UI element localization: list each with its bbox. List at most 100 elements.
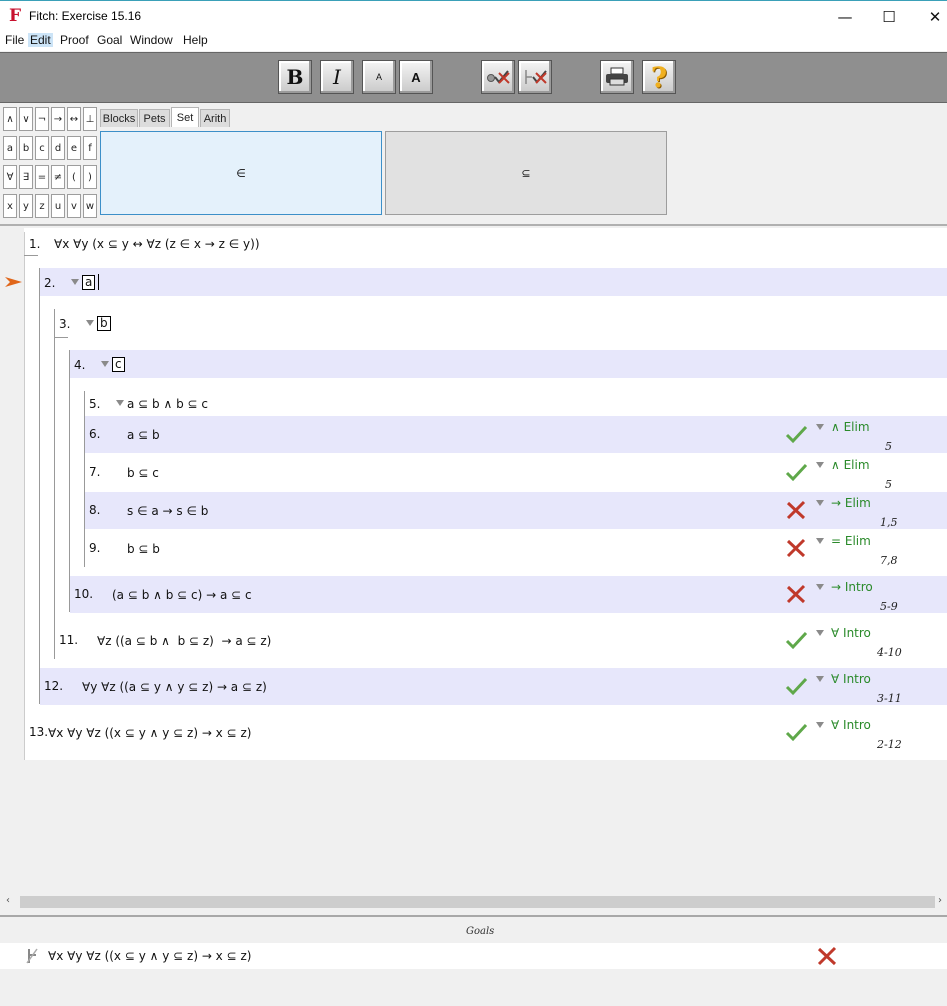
rule-menu-triangle-icon[interactable] <box>816 630 824 636</box>
tab-set[interactable]: Set <box>171 107 199 127</box>
font-larger-button[interactable]: A <box>399 60 433 94</box>
tab-pets[interactable]: Pets <box>139 109 170 127</box>
menu-proof[interactable]: Proof <box>58 33 91 47</box>
palette-key-or[interactable]: ∨ <box>19 107 33 131</box>
rule-name[interactable]: ∀ Intro <box>831 626 871 640</box>
tab-blocks[interactable]: Blocks <box>100 109 138 127</box>
palette-key-d[interactable]: d <box>51 136 65 160</box>
proof-step-5[interactable]: 5. a ⊆ b ∧ b ⊆ c <box>85 391 947 417</box>
palette-key-c[interactable]: c <box>35 136 49 160</box>
proof-step-9[interactable]: 9. b ⊆ b = Elim 7,8 <box>85 530 947 567</box>
menu-window[interactable]: Window <box>128 33 175 47</box>
palette-key-a[interactable]: a <box>3 136 17 160</box>
proof-step-6[interactable]: 6. a ⊆ b ∧ Elim 5 <box>85 416 947 453</box>
rule-menu-triangle-icon[interactable] <box>86 320 94 326</box>
rule-menu-triangle-icon[interactable] <box>816 584 824 590</box>
step-sentence[interactable]: b ⊆ c <box>127 466 159 480</box>
scroll-left-icon[interactable]: ‹ <box>6 895 10 906</box>
palette-key-u[interactable]: u <box>51 194 65 218</box>
menu-edit[interactable]: Edit <box>28 33 53 47</box>
palette-key-and[interactable]: ∧ <box>3 107 17 131</box>
step-sentence[interactable]: ∀x ∀y (x ⊆ y ↔ ∀z (z ∈ x → z ∈ y)) <box>54 237 260 251</box>
rule-menu-triangle-icon[interactable] <box>816 538 824 544</box>
step-sentence[interactable]: (a ⊆ b ∧ b ⊆ c) → a ⊆ c <box>112 588 252 602</box>
rule-name[interactable]: → Elim <box>831 496 871 510</box>
palette-key-w[interactable]: w <box>83 194 97 218</box>
subset-symbol-button[interactable]: ⊆ <box>385 131 667 215</box>
palette-key-not-equals[interactable]: ≠ <box>51 165 65 189</box>
rule-name[interactable]: → Intro <box>831 580 873 594</box>
scrollbar-thumb[interactable] <box>20 896 935 908</box>
step-sentence[interactable]: ∀z ((a ⊆ b ∧ b ⊆ z) → a ⊆ z) <box>97 634 271 648</box>
palette-key-y[interactable]: y <box>19 194 33 218</box>
palette-key-z[interactable]: z <box>35 194 49 218</box>
proof-step-7[interactable]: 7. b ⊆ c ∧ Elim 5 <box>85 454 947 491</box>
menu-goal[interactable]: Goal <box>95 33 124 47</box>
rule-menu-triangle-icon[interactable] <box>116 400 124 406</box>
palette-key-lparen[interactable]: ( <box>67 165 81 189</box>
proof-step-1[interactable]: 1. ∀x ∀y (x ⊆ y ↔ ∀z (z ∈ x → z ∈ y)) <box>24 230 947 260</box>
title-bar: F Fitch: Exercise 15.16 — ☐ ✕ <box>0 0 947 31</box>
support-steps: 5 <box>885 440 892 453</box>
proof-step-8[interactable]: 8. s ∈ a → s ∈ b → Elim 1,5 <box>85 492 947 529</box>
step-sentence[interactable]: ∀y ∀z ((a ⊆ y ∧ y ⊆ z) → a ⊆ z) <box>82 680 267 694</box>
rule-menu-triangle-icon[interactable] <box>71 279 79 285</box>
maximize-button[interactable]: ☐ <box>866 1 912 32</box>
verify-step-button[interactable] <box>481 60 515 94</box>
rule-name[interactable]: ∧ Elim <box>831 420 870 434</box>
window-title: Fitch: Exercise 15.16 <box>29 9 142 23</box>
palette-key-rparen[interactable]: ) <box>83 165 97 189</box>
minimize-button[interactable]: — <box>822 1 868 32</box>
scroll-right-icon[interactable]: › <box>938 895 942 906</box>
help-button[interactable]: ? <box>642 60 676 94</box>
rule-menu-triangle-icon[interactable] <box>816 424 824 430</box>
close-button[interactable]: ✕ <box>912 1 947 32</box>
goal-item[interactable]: ∀x ∀y ∀z ((x ⊆ y ∧ y ⊆ z) → x ⊆ z) <box>0 943 947 969</box>
palette-key-iff[interactable]: ↔ <box>67 107 81 131</box>
proof-step-12[interactable]: 12. ∀y ∀z ((a ⊆ y ∧ y ⊆ z) → a ⊆ z) ∀ In… <box>40 668 947 705</box>
palette-key-f[interactable]: f <box>83 136 97 160</box>
palette-key-exists[interactable]: ∃ <box>19 165 33 189</box>
verify-proof-button[interactable] <box>518 60 552 94</box>
step-sentence[interactable]: b ⊆ b <box>127 542 160 556</box>
check-icon <box>785 677 807 696</box>
palette-key-b[interactable]: b <box>19 136 33 160</box>
rule-menu-triangle-icon[interactable] <box>101 361 109 367</box>
element-of-symbol-button[interactable]: ∈ <box>100 131 382 215</box>
palette-key-x[interactable]: x <box>3 194 17 218</box>
rule-menu-triangle-icon[interactable] <box>816 722 824 728</box>
rule-name[interactable]: = Elim <box>831 534 871 548</box>
proof-step-2[interactable]: 2. a <box>40 268 947 296</box>
proof-step-4[interactable]: 4. c <box>70 350 947 378</box>
menu-help[interactable]: Help <box>181 33 210 47</box>
palette-key-e[interactable]: e <box>67 136 81 160</box>
rule-menu-triangle-icon[interactable] <box>816 462 824 468</box>
palette-key-forall[interactable]: ∀ <box>3 165 17 189</box>
rule-name[interactable]: ∀ Intro <box>831 718 871 732</box>
step-sentence[interactable]: ∀x ∀y ∀z ((x ⊆ y ∧ y ⊆ z) → x ⊆ z) <box>48 726 251 740</box>
step-sentence[interactable]: s ∈ a → s ∈ b <box>127 504 208 518</box>
toolbar: B I A A ? <box>0 52 947 103</box>
rule-menu-triangle-icon[interactable] <box>816 500 824 506</box>
palette-key-implies[interactable]: → <box>51 107 65 131</box>
proof-step-10[interactable]: 10. (a ⊆ b ∧ b ⊆ c) → a ⊆ c → Intro 5-9 <box>70 576 947 613</box>
palette-key-bottom[interactable]: ⊥ <box>83 107 97 131</box>
palette-key-v[interactable]: v <box>67 194 81 218</box>
rule-name[interactable]: ∀ Intro <box>831 672 871 686</box>
palette-key-not[interactable]: ¬ <box>35 107 49 131</box>
proof-step-3[interactable]: 3. b <box>55 309 947 337</box>
step-sentence[interactable]: a ⊆ b <box>127 428 160 442</box>
bold-button[interactable]: B <box>278 60 312 94</box>
rule-menu-triangle-icon[interactable] <box>816 676 824 682</box>
print-button[interactable] <box>600 60 634 94</box>
tab-arith[interactable]: Arith <box>200 109 230 127</box>
step-sentence[interactable]: a ⊆ b ∧ b ⊆ c <box>127 397 208 411</box>
palette-key-equals[interactable]: = <box>35 165 49 189</box>
proof-step-11[interactable]: 11. ∀z ((a ⊆ b ∧ b ⊆ z) → a ⊆ z) ∀ Intro… <box>55 622 947 659</box>
italic-button[interactable]: I <box>320 60 354 94</box>
rule-name[interactable]: ∧ Elim <box>831 458 870 472</box>
cross-icon <box>786 500 806 520</box>
menu-file[interactable]: File <box>3 33 26 47</box>
font-smaller-button[interactable]: A <box>362 60 396 94</box>
proof-step-13[interactable]: 13. ∀x ∀y ∀z ((x ⊆ y ∧ y ⊆ z) → x ⊆ z) ∀… <box>24 714 947 751</box>
